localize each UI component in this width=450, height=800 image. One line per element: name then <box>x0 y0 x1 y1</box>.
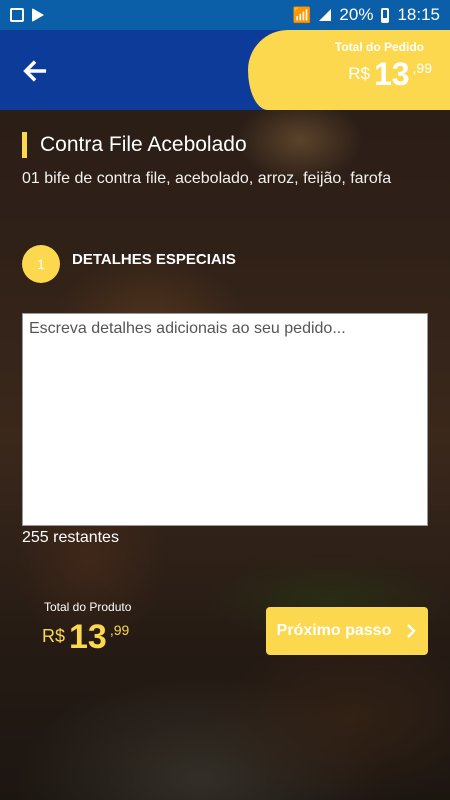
status-notifications <box>10 8 44 22</box>
step-number-badge: 1 <box>22 245 60 283</box>
product-total-currency: R$ <box>42 626 66 646</box>
gallery-icon <box>10 8 24 22</box>
order-total-badge: Total do Pedido R$ 13 ,99 <box>248 30 450 110</box>
order-total-label: Total do Pedido <box>334 40 424 54</box>
title-accent-bar <box>22 132 27 158</box>
next-step-button[interactable]: Próximo passo <box>266 607 428 655</box>
product-total-value: R$ 13 ,99 <box>42 618 131 657</box>
product-total-integer: 13 <box>69 618 107 656</box>
order-total-cents: ,99 <box>412 60 432 76</box>
order-total-integer: 13 <box>373 56 410 92</box>
product-total: Total do Produto R$ 13 ,99 <box>42 600 132 657</box>
step-title: DETALHES ESPECIAIS <box>72 250 236 268</box>
order-total-value: R$ 13 ,99 <box>348 56 432 93</box>
wifi-icon: 📶 <box>292 7 312 24</box>
signal-icon <box>319 9 332 21</box>
product-total-cents: ,99 <box>109 622 130 638</box>
product-details: Contra File Acebolado 01 bife de contra … <box>0 110 450 800</box>
arrow-left-icon <box>23 60 47 82</box>
step-header: 1 DETALHES ESPECIAIS <box>22 245 236 283</box>
product-total-label: Total do Produto <box>44 600 132 614</box>
clock: 18:15 <box>397 5 440 24</box>
product-title-row: Contra File Acebolado <box>22 132 247 158</box>
next-step-label: Próximo passo <box>276 622 392 639</box>
product-description: 01 bife de contra file, acebolado, arroz… <box>22 170 392 187</box>
chevron-right-icon <box>407 624 417 638</box>
back-button[interactable] <box>18 54 52 88</box>
characters-remaining: 255 restantes <box>22 529 119 546</box>
order-total-currency: R$ <box>348 64 370 83</box>
status-system: 📶 20% 18:15 <box>293 5 440 25</box>
status-bar: 📶 20% 18:15 <box>0 0 450 30</box>
battery-icon <box>381 7 390 23</box>
product-title: Contra File Acebolado <box>40 133 247 156</box>
app-header: Total do Pedido R$ 13 ,99 <box>0 30 450 110</box>
play-store-icon <box>32 8 44 22</box>
special-details-input[interactable] <box>22 313 428 526</box>
battery-percent: 20% <box>339 5 374 24</box>
